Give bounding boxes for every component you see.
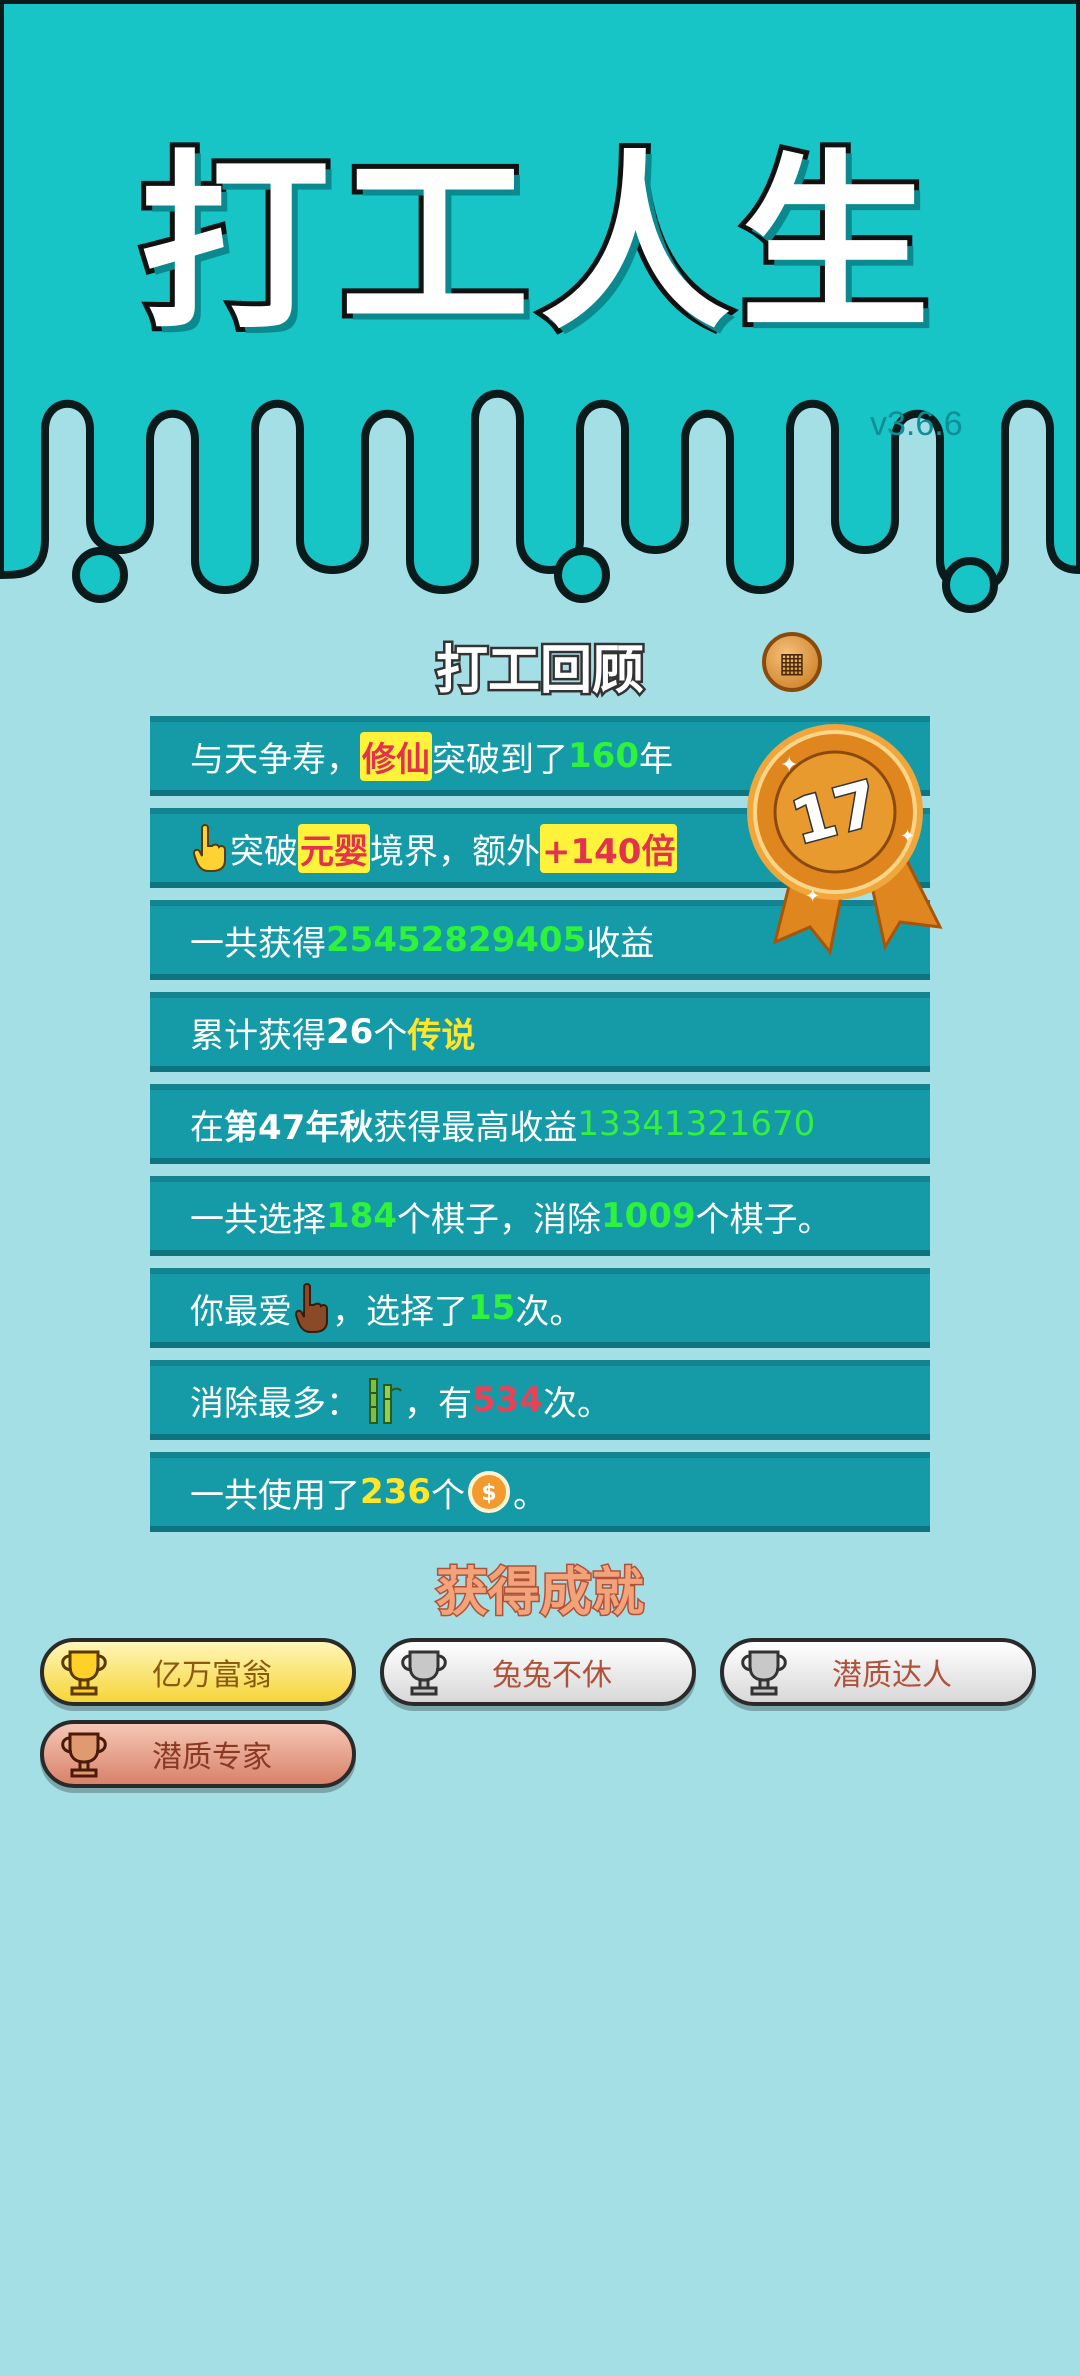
svg-text:✦: ✦ — [805, 886, 820, 907]
highlight-text: 传说 — [407, 1015, 476, 1056]
highlight-text: +140倍 — [540, 823, 678, 873]
review-row-best-income: 在 第47年秋 获得最高收益 13341321670 — [150, 1084, 930, 1164]
achievement-badge-silver[interactable]: 潜质达人 — [720, 1638, 1036, 1706]
row-text: 次。 — [542, 1383, 611, 1424]
achievement-label: 潜质专家 — [152, 1740, 272, 1775]
version-label: v3.6.6 — [870, 405, 963, 443]
row-text: 累计获得 — [190, 1015, 326, 1056]
row-text: ，有 — [404, 1383, 472, 1424]
trophy-icon — [61, 1650, 107, 1696]
highlight-number: 13341321670 — [577, 1104, 816, 1144]
review-row-most-removed: 消除最多： ，有 534 次。 — [150, 1360, 930, 1440]
row-text: 消除最多： — [190, 1383, 360, 1424]
row-text: 突破 — [230, 831, 298, 872]
review-row-pieces: 一共选择 184 个棋子，消除 1009 个棋子。 — [150, 1176, 930, 1256]
level-medal: 17 ✦ ✦ ✦ — [747, 724, 943, 956]
row-text: 个 — [430, 1475, 465, 1516]
row-text: 收益 — [586, 923, 655, 964]
game-title: 打工人生 — [135, 134, 940, 355]
row-text: 一共获得 — [190, 923, 326, 964]
trophy-icon — [741, 1650, 787, 1696]
row-text: 个棋子，消除 — [396, 1199, 601, 1240]
highlight-number: 15 — [468, 1288, 516, 1328]
row-text: ，选择了 — [332, 1291, 468, 1332]
coin-icon: $ — [467, 1471, 510, 1513]
row-text: 境界，额外 — [370, 831, 540, 872]
svg-text:✦: ✦ — [900, 826, 915, 847]
highlight-text: 修仙 — [360, 731, 432, 781]
row-text: 个 — [373, 1015, 408, 1056]
svg-text:$: $ — [481, 1481, 496, 1506]
review-title: 打工回顾 — [433, 639, 646, 704]
hand-icon — [294, 1283, 328, 1333]
highlight-number: 1009 — [600, 1196, 696, 1236]
review-row-coins: 一共使用了 236 个 $ 。 — [150, 1452, 930, 1532]
review-row-favorite: 你最爱 ，选择了 15 次。 — [150, 1268, 930, 1348]
review-row-legend: 累计获得 26 个传说 — [150, 992, 930, 1072]
svg-text:✦: ✦ — [780, 753, 798, 778]
row-text: 个棋子。 — [695, 1199, 832, 1240]
pointing-hand-icon — [192, 824, 226, 872]
settings-tile-icon[interactable]: ▦ — [762, 632, 822, 692]
bamboo-icon — [369, 1378, 402, 1424]
achievement-label: 亿万富翁 — [152, 1658, 272, 1693]
achievement-badge-bronze[interactable]: 潜质专家 — [40, 1720, 356, 1788]
row-text: 一共使用了 — [190, 1475, 360, 1516]
row-text: 获得最高收益 — [373, 1107, 578, 1148]
highlight-number: 534 — [472, 1380, 543, 1420]
row-text: 在 — [190, 1107, 224, 1148]
row-text: 。 — [512, 1475, 547, 1516]
highlight-number: 25452829405 — [326, 920, 587, 960]
achievements-title: 获得成就 — [434, 1562, 645, 1625]
row-text: 次。 — [515, 1291, 584, 1332]
highlight-text: 第47年秋 — [224, 1107, 374, 1148]
row-text: 与天争寿， — [190, 739, 360, 780]
achievement-label: 兔兔不休 — [492, 1658, 612, 1693]
achievement-label: 潜质达人 — [832, 1658, 952, 1693]
highlight-text: 元婴 — [298, 823, 370, 873]
row-text: 年 — [638, 739, 673, 780]
trophy-icon — [61, 1732, 107, 1778]
highlight-number: 26 — [326, 1012, 374, 1052]
achievement-badge-silver[interactable]: 兔兔不休 — [380, 1638, 696, 1706]
achievement-badge-gold[interactable]: 亿万富翁 — [40, 1638, 356, 1706]
row-text: 突破到了 — [432, 739, 568, 780]
row-text: 一共选择 — [190, 1199, 326, 1240]
highlight-number: 184 — [326, 1196, 397, 1236]
trophy-icon — [401, 1650, 447, 1696]
highlight-number: 236 — [360, 1472, 431, 1512]
highlight-number: 160 — [568, 736, 639, 776]
row-text: 你最爱 — [190, 1291, 292, 1332]
